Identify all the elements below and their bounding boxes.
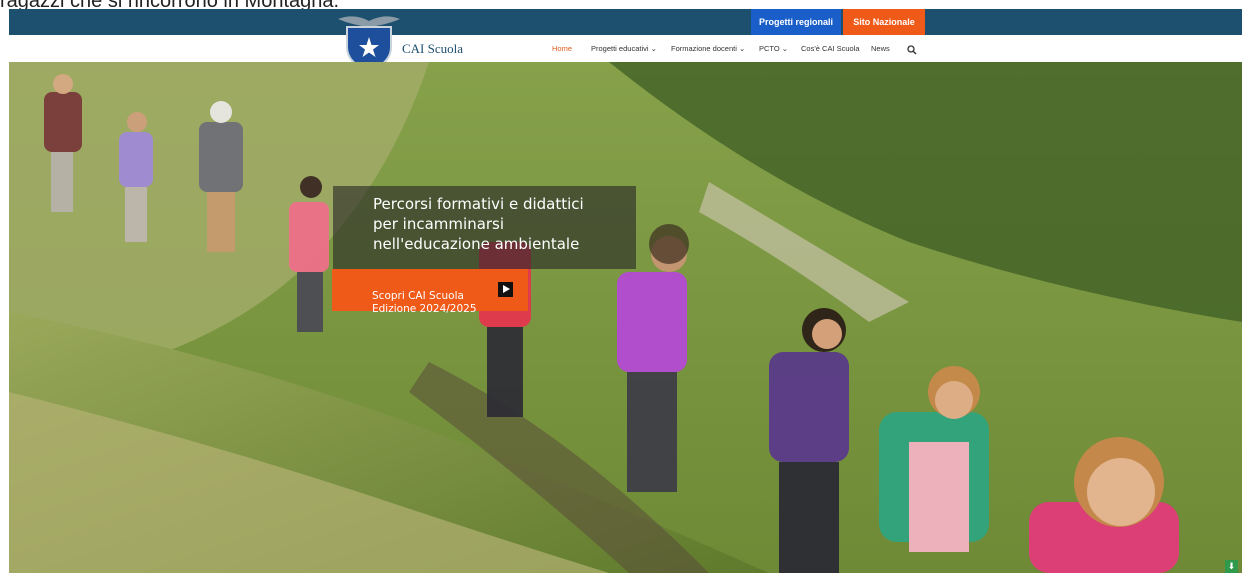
national-site-button[interactable]: Sito Nazionale <box>843 9 925 35</box>
hero-headline: Percorsi formativi e didattici per incam… <box>373 195 584 253</box>
nav-pcto[interactable]: PCTO ⌄ <box>759 44 788 53</box>
hikers-mountain-photo <box>9 62 1242 573</box>
hero-banner: Percorsi formativi e didattici per incam… <box>9 62 1242 573</box>
cta-label: Scopri CAI Scuola Edizione 2024/2025 <box>372 290 477 315</box>
nav-formazione-docenti[interactable]: Formazione docenti ⌄ <box>671 44 745 53</box>
play-icon <box>498 282 513 297</box>
discover-cai-scuola-button[interactable]: Scopri CAI Scuola Edizione 2024/2025 <box>332 269 528 315</box>
nav-cos-e-cai-scuola[interactable]: Cos'è CAI Scuola <box>801 44 860 53</box>
top-bar: Progetti regionali Sito Nazionale <box>9 9 1242 35</box>
headline-box: Percorsi formativi e didattici per incam… <box>333 186 636 269</box>
nav-progetti-educativi[interactable]: Progetti educativi ⌄ <box>591 44 657 53</box>
arrow-down-icon[interactable]: ⬇ <box>1225 560 1238 573</box>
brand-name[interactable]: CAI Scuola <box>402 41 463 57</box>
regional-projects-button[interactable]: Progetti regionali <box>751 9 841 35</box>
nav-news[interactable]: News <box>871 44 890 53</box>
nav-home[interactable]: Home <box>552 44 572 53</box>
main-navbar: CAI Scuola Home Progetti educativi ⌄ For… <box>9 16 1242 73</box>
search-icon[interactable] <box>907 42 917 55</box>
